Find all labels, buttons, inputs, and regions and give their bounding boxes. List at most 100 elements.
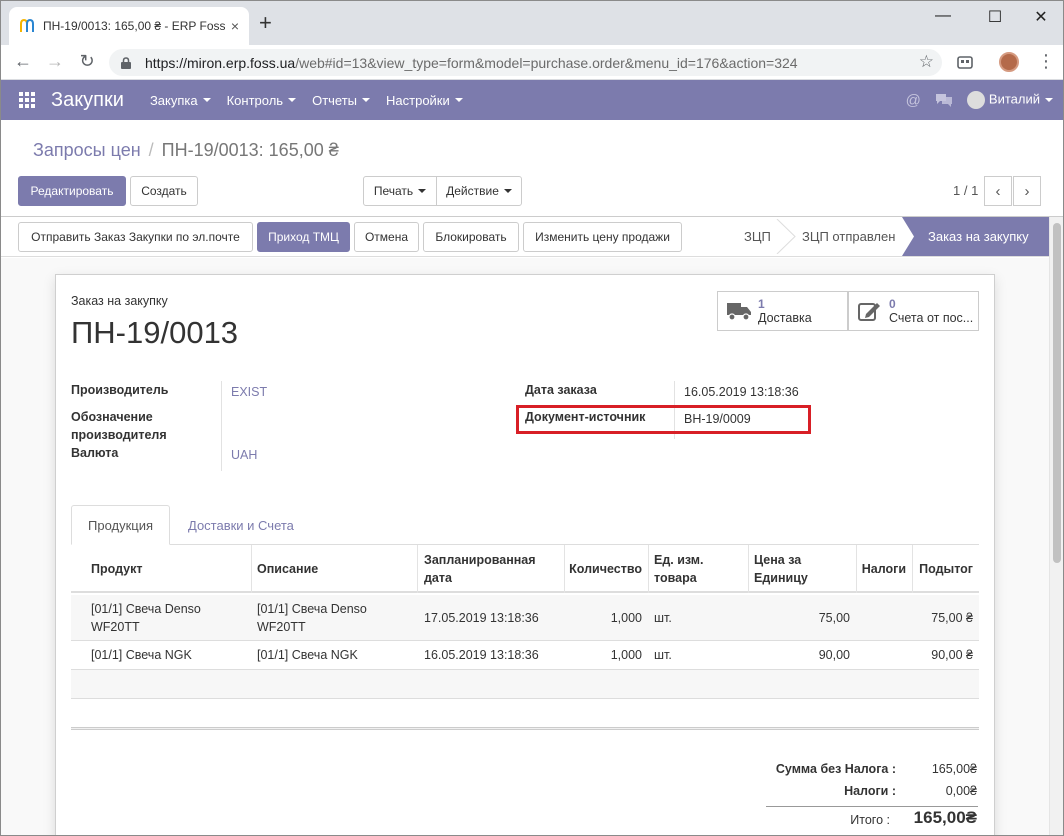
forward-icon[interactable]: → [43, 51, 67, 72]
line-product: [01/1] Свеча Denso WF20TT [91, 601, 201, 634]
table-row[interactable]: [01/1] Свеча Denso WF20TT [01/1] Свеча D… [71, 595, 979, 641]
menu-control[interactable]: Контроль [227, 93, 297, 108]
caret-down-icon [1045, 98, 1053, 102]
tab-title: ПН-19/0013: 165,00 ₴ - ERP Foss [43, 19, 225, 33]
caret-down-icon [418, 189, 427, 193]
breadcrumb-separator: / [148, 140, 154, 160]
breadcrumb-current: ПН-19/0013: 165,00 ₴ [161, 140, 339, 160]
column-subtotal[interactable]: Подытог [912, 545, 979, 593]
vendor-bills-smart-button[interactable]: 0 Счета от пос... [848, 291, 979, 331]
title-bar: ПН-19/0013: 165,00 ₴ - ERP Foss × + — ☐ … [1, 1, 1063, 45]
field-divider [221, 381, 222, 471]
column-taxes[interactable]: Налоги [856, 545, 912, 593]
close-window-button[interactable]: ✕ [1021, 7, 1061, 27]
column-product[interactable]: Продукт [85, 545, 251, 593]
send-po-email-button[interactable]: Отправить Заказ Закупки по эл.почте [18, 222, 253, 252]
table-footer-divider [71, 727, 979, 730]
caret-down-icon [362, 98, 371, 102]
chat-icon[interactable] [935, 92, 953, 108]
table-row[interactable]: [01/1] Свеча NGK [01/1] Свеча NGK 16.05.… [71, 641, 979, 670]
cancel-order-button[interactable]: Отмена [354, 222, 419, 252]
document-name: ПН-19/0013 [71, 315, 239, 350]
line-planned-date: 16.05.2019 13:18:36 [424, 648, 539, 662]
browser-menu-icon[interactable]: ⋮ [1037, 51, 1055, 72]
deliveries-label: Доставка [758, 310, 812, 325]
line-subtotal: 75,00 ₴ [931, 610, 973, 625]
mentions-icon[interactable]: @ [906, 92, 921, 109]
lock-order-button[interactable]: Блокировать [423, 222, 519, 252]
browser-tab[interactable]: ПН-19/0013: 165,00 ₴ - ERP Foss × [9, 7, 249, 45]
vendor-label: Производитель [71, 383, 169, 397]
deliveries-count: 1 [758, 296, 765, 311]
table-header: Продукт Описание Запланированная дата Ко… [71, 545, 979, 593]
extension-icon[interactable] [957, 54, 973, 70]
menu-reports[interactable]: Отчеты [312, 93, 371, 108]
browser-window: ПН-19/0013: 165,00 ₴ - ERP Foss × + — ☐ … [0, 0, 1064, 836]
app-name: Закупки [51, 88, 124, 111]
column-quantity[interactable]: Количество [564, 545, 648, 593]
vendor-bills-count: 0 [889, 296, 896, 311]
form-sheet: Заказ на закупку ПН-19/0013 1 Доставка 0С… [55, 274, 995, 835]
column-unit-price[interactable]: Цена за Единицу [748, 545, 856, 593]
tab-close-icon[interactable]: × [231, 18, 239, 34]
line-taxes [856, 641, 912, 669]
stage-rfq[interactable]: ЗЦП [744, 217, 771, 256]
line-uom: шт. [654, 610, 672, 625]
notebook-tabs: Продукция Доставки и Счета [71, 505, 979, 545]
currency-value[interactable]: UAH [231, 446, 257, 464]
menu-settings[interactable]: Настройки [386, 93, 463, 108]
currency-label: Валюта [71, 446, 119, 460]
caret-down-icon [202, 98, 211, 102]
breadcrumb-parent[interactable]: Запросы цен [33, 140, 141, 160]
bookmark-star-icon[interactable]: ☆ [919, 52, 934, 72]
edit-button[interactable]: Редактировать [18, 176, 126, 206]
vendor-reference-label: Обозначение производителя [71, 410, 167, 442]
stage-rfq-sent[interactable]: ЗЦП отправлен [802, 217, 895, 256]
line-unit-price: 90,00 [818, 648, 850, 662]
back-icon[interactable]: ← [11, 51, 35, 72]
vendor-value[interactable]: EXIST [231, 383, 267, 401]
document-type-label: Заказ на закупку [71, 294, 168, 308]
tab-deliveries-invoices[interactable]: Доставки и Счета [172, 505, 310, 545]
pager-previous-button[interactable]: ‹ [984, 176, 1012, 206]
change-sale-price-button[interactable]: Изменить цену продажи [523, 222, 682, 252]
menu-purchase[interactable]: Закупка [150, 93, 211, 108]
new-tab-button[interactable]: + [259, 12, 272, 34]
user-avatar [966, 91, 985, 109]
taxes-value: 0,00₴ [945, 784, 977, 798]
order-date-value: 16.05.2019 13:18:36 [684, 385, 799, 399]
empty-table-row[interactable] [71, 670, 979, 699]
pencil-square-icon [858, 303, 880, 321]
reload-icon[interactable]: ↻ [75, 51, 99, 72]
line-subtotal: 90,00 ₴ [931, 648, 973, 662]
total-label: Итого : [850, 813, 890, 827]
url-host: https://miron.erp.foss.ua [145, 54, 296, 71]
column-uom[interactable]: Ед. изм. товара [648, 545, 748, 593]
vertical-scrollbar[interactable] [1049, 217, 1063, 835]
line-description: [01/1] Свеча Denso WF20TT [257, 601, 367, 634]
deliveries-smart-button[interactable]: 1 Доставка [717, 291, 848, 331]
print-dropdown[interactable]: Печать [363, 176, 437, 206]
control-panel: Запросы цен / ПН-19/0013: 165,00 ₴ Редакти… [1, 120, 1063, 217]
stage-purchase-order[interactable]: Заказ на закупку [902, 217, 1049, 256]
line-taxes [856, 595, 912, 640]
truck-icon [727, 303, 751, 321]
apps-grid-icon[interactable] [19, 92, 35, 108]
user-menu[interactable]: Виталий [966, 91, 1053, 109]
maximize-button[interactable]: ☐ [975, 7, 1015, 27]
untaxed-amount-value: 165,00₴ [931, 762, 977, 776]
url-field[interactable]: https://miron.erp.foss.ua/web#id=13&view… [109, 49, 942, 76]
create-button[interactable]: Создать [130, 176, 198, 206]
receive-products-button[interactable]: Приход ТМЦ [257, 222, 350, 252]
action-dropdown[interactable]: Действие [436, 176, 522, 206]
browser-profile-avatar[interactable] [999, 52, 1019, 72]
column-planned-date[interactable]: Запланированная дата [418, 545, 564, 593]
scrollbar-thumb[interactable] [1053, 223, 1061, 563]
pager-next-button[interactable]: › [1013, 176, 1041, 206]
tab-products[interactable]: Продукция [71, 505, 171, 545]
column-description[interactable]: Описание [251, 545, 417, 593]
erp-favicon-icon [20, 18, 34, 32]
breadcrumb: Запросы цен / ПН-19/0013: 165,00 ₴ [33, 140, 339, 161]
caret-down-icon [503, 189, 512, 193]
minimize-button[interactable]: — [923, 7, 963, 27]
